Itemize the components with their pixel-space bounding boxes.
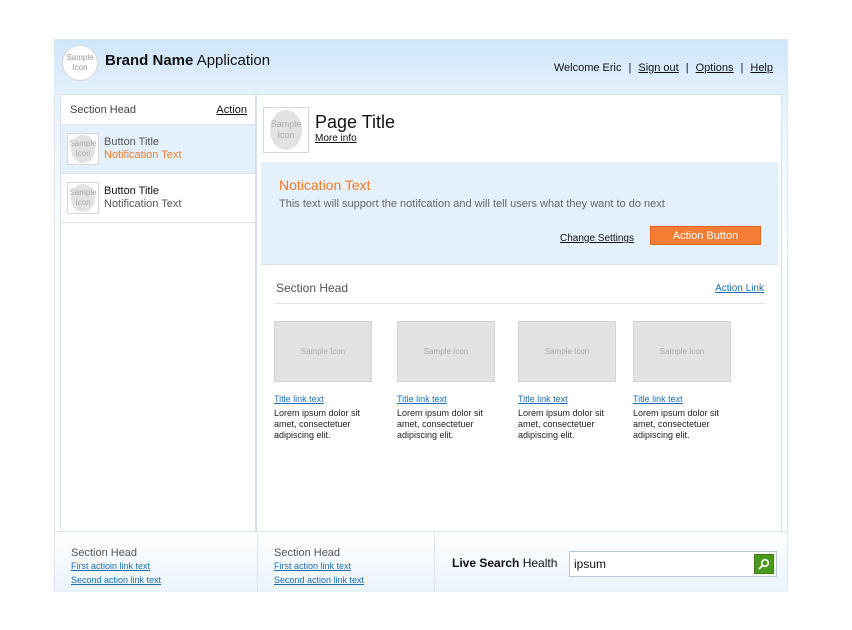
- thumbnail-image[interactable]: Sample Icon: [633, 321, 731, 382]
- change-settings-link[interactable]: Change Settings: [560, 233, 634, 244]
- thumbnail-image[interactable]: Sample Icon: [518, 321, 616, 382]
- sidebar-item-title: Button Title: [104, 136, 160, 148]
- notification-body: This text will support the notifcation a…: [279, 198, 665, 210]
- sidebar-action-link[interactable]: Action: [216, 104, 247, 116]
- main-panel: Sample Icon Page Title More info Noticat…: [256, 94, 782, 532]
- card-title-link[interactable]: Title link text: [274, 394, 384, 404]
- footer-section-head: Section Head: [274, 547, 341, 559]
- content-card: Sample Icon Title link text Lorem ipsum …: [633, 321, 743, 441]
- action-button[interactable]: Action Button: [650, 226, 761, 245]
- thumbnail-image[interactable]: Sample Icon: [397, 321, 495, 382]
- live-search-suffix: Health: [519, 556, 558, 570]
- sidebar-item-selected[interactable]: Sample Icon Button Title Notification Te…: [61, 125, 255, 174]
- footer-section-head: Section Head: [71, 547, 138, 559]
- sample-icon: Sample Icon: [67, 133, 99, 165]
- notification-panel: Notication Text This text will support t…: [261, 162, 778, 265]
- search-icon: [758, 558, 770, 570]
- sidebar-item-text: Button Title Notification Text: [104, 185, 181, 211]
- card-description: Lorem ipsum dolor sit amet, consectetuer…: [518, 408, 605, 440]
- footer-second-link[interactable]: Second action link text: [71, 575, 161, 585]
- search-button[interactable]: [754, 554, 774, 574]
- card-description: Lorem ipsum dolor sit amet, consectetuer…: [633, 408, 720, 440]
- search-input[interactable]: [574, 555, 744, 573]
- action-link[interactable]: Action Link: [715, 283, 764, 294]
- card-title-link[interactable]: Title link text: [633, 394, 743, 404]
- footer-section-1: Section Head First actioin link text Sec…: [55, 532, 258, 592]
- sidebar-item-notification: Notification Text: [104, 198, 182, 210]
- sidebar: Section Head Action Sample Icon Button T…: [60, 94, 256, 532]
- nav-separator: |: [740, 62, 744, 74]
- sidebar-item-text: Button Title Notification Text: [104, 136, 181, 162]
- more-info-link[interactable]: More info: [315, 133, 357, 144]
- sidebar-item-title: Button Title: [104, 185, 160, 197]
- top-nav: Welcome Eric | Sign out | Options | Help: [554, 62, 773, 74]
- logo-text: Sample Icon: [66, 53, 94, 72]
- brand-suffix: Application: [193, 52, 271, 69]
- app-title: Brand Name Application: [105, 52, 270, 69]
- content-card: Sample Icon Title link text Lorem ipsum …: [518, 321, 628, 441]
- card-description: Lorem ipsum dolor sit amet, consectetuer…: [397, 408, 484, 440]
- icon-placeholder: Sample Icon: [270, 110, 302, 150]
- live-search-bold: Live Search: [452, 556, 520, 570]
- sidebar-section-head: Section Head: [70, 103, 137, 116]
- welcome-text: Welcome Eric: [553, 62, 622, 74]
- sidebar-item-notification: Notification Text: [104, 149, 182, 161]
- footer-search: Live Search Health: [435, 532, 787, 592]
- footer: Section Head First actioin link text Sec…: [55, 531, 787, 592]
- sidebar-header: Section Head Action: [61, 95, 255, 125]
- footer-first-link[interactable]: First actioin link text: [71, 561, 150, 571]
- section-divider: [274, 303, 765, 304]
- card-title-link[interactable]: Title link text: [397, 394, 507, 404]
- thumbnail-image[interactable]: Sample Icon: [274, 321, 372, 382]
- page-title: Page Title: [315, 112, 396, 132]
- sample-icon: Sample Icon: [67, 182, 99, 214]
- search-box: [569, 551, 777, 577]
- nav-separator: |: [628, 62, 632, 74]
- brand-logo-icon: Sample Icon: [62, 45, 98, 81]
- section-head: Section Head: [276, 281, 349, 295]
- options-link[interactable]: Options: [696, 62, 734, 74]
- app-window: Sample Icon Brand Name Application Welco…: [54, 39, 788, 592]
- page-icon: Sample Icon: [263, 107, 309, 153]
- brand-name: Brand Name: [105, 52, 194, 69]
- content-card: Sample Icon Title link text Lorem ipsum …: [274, 321, 384, 441]
- card-title-link[interactable]: Title link text: [518, 394, 628, 404]
- sign-out-link[interactable]: Sign out: [638, 62, 678, 74]
- card-description: Lorem ipsum dolor sit amet, consectetuer…: [274, 408, 361, 440]
- footer-second-link[interactable]: Second action link text: [274, 575, 364, 585]
- footer-section-2: Section Head First action link text Seco…: [258, 532, 435, 592]
- more-info-text: More info: [315, 133, 357, 144]
- content-card: Sample Icon Title link text Lorem ipsum …: [397, 321, 507, 441]
- nav-separator: |: [685, 62, 689, 74]
- icon-placeholder: Sample Icon: [69, 184, 97, 212]
- icon-placeholder: Sample Icon: [69, 135, 97, 163]
- sidebar-item[interactable]: Sample Icon Button Title Notification Te…: [61, 174, 255, 223]
- notification-title: Notication Text: [279, 177, 371, 193]
- footer-first-link[interactable]: First action link text: [274, 561, 351, 571]
- help-link[interactable]: Help: [750, 62, 773, 74]
- live-search-label: Live Search Health: [452, 556, 557, 570]
